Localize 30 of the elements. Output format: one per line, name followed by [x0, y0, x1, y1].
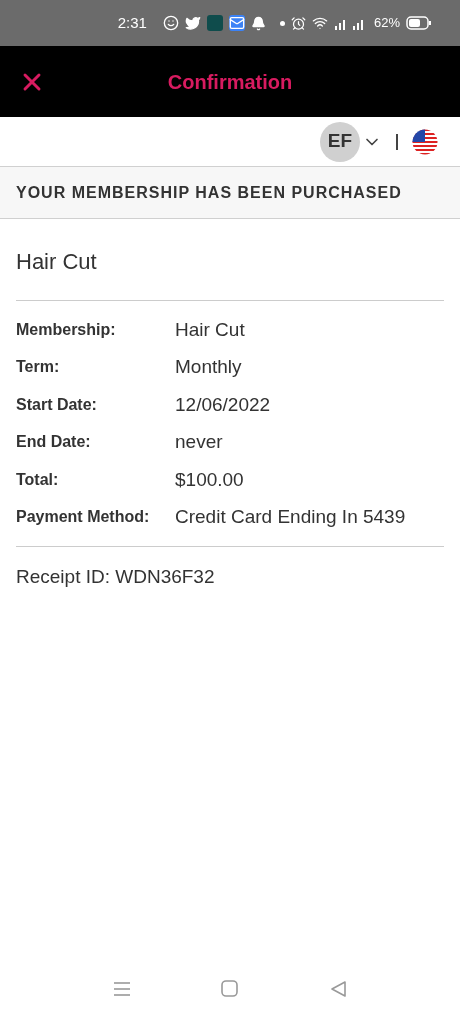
membership-title: Hair Cut — [16, 219, 444, 301]
bird-icon — [184, 15, 201, 31]
detail-value: Hair Cut — [175, 317, 245, 342]
mail-icon — [228, 15, 245, 31]
menu-icon[interactable] — [113, 981, 131, 997]
app-icon — [206, 15, 223, 31]
home-icon[interactable] — [221, 980, 239, 998]
notification-icon — [162, 15, 179, 31]
detail-label: Total: — [16, 469, 60, 490]
page-title: Confirmation — [167, 69, 293, 95]
detail-value: 12/06/2022 — [175, 392, 271, 417]
success-banner: YOUR MEMBERSHIP HAS BEEN PURCHASED — [0, 167, 460, 219]
detail-label: Start Date: — [16, 394, 98, 415]
back-icon[interactable] — [329, 980, 347, 998]
bell-icon — [250, 15, 266, 31]
detail-value: Monthly — [175, 355, 242, 379]
receipt-id: Receipt ID: WDN36F32 — [16, 565, 216, 589]
battery-percent: 62% — [373, 14, 400, 33]
detail-label: End Date: — [16, 432, 92, 453]
detail-label: Membership: — [16, 319, 117, 340]
detail-label: Payment Method: — [16, 507, 151, 528]
alarm-icon — [290, 15, 306, 31]
detail-value: Credit Card Ending In 5439 — [175, 505, 406, 529]
wifi-icon — [311, 15, 328, 31]
battery-icon — [406, 16, 432, 30]
detail-label: Term: — [16, 357, 61, 378]
detail-value: never — [175, 430, 223, 454]
flag-icon[interactable] — [412, 128, 438, 155]
status-time: 2:31 — [117, 12, 147, 33]
detail-value: $100.00 — [175, 467, 244, 492]
